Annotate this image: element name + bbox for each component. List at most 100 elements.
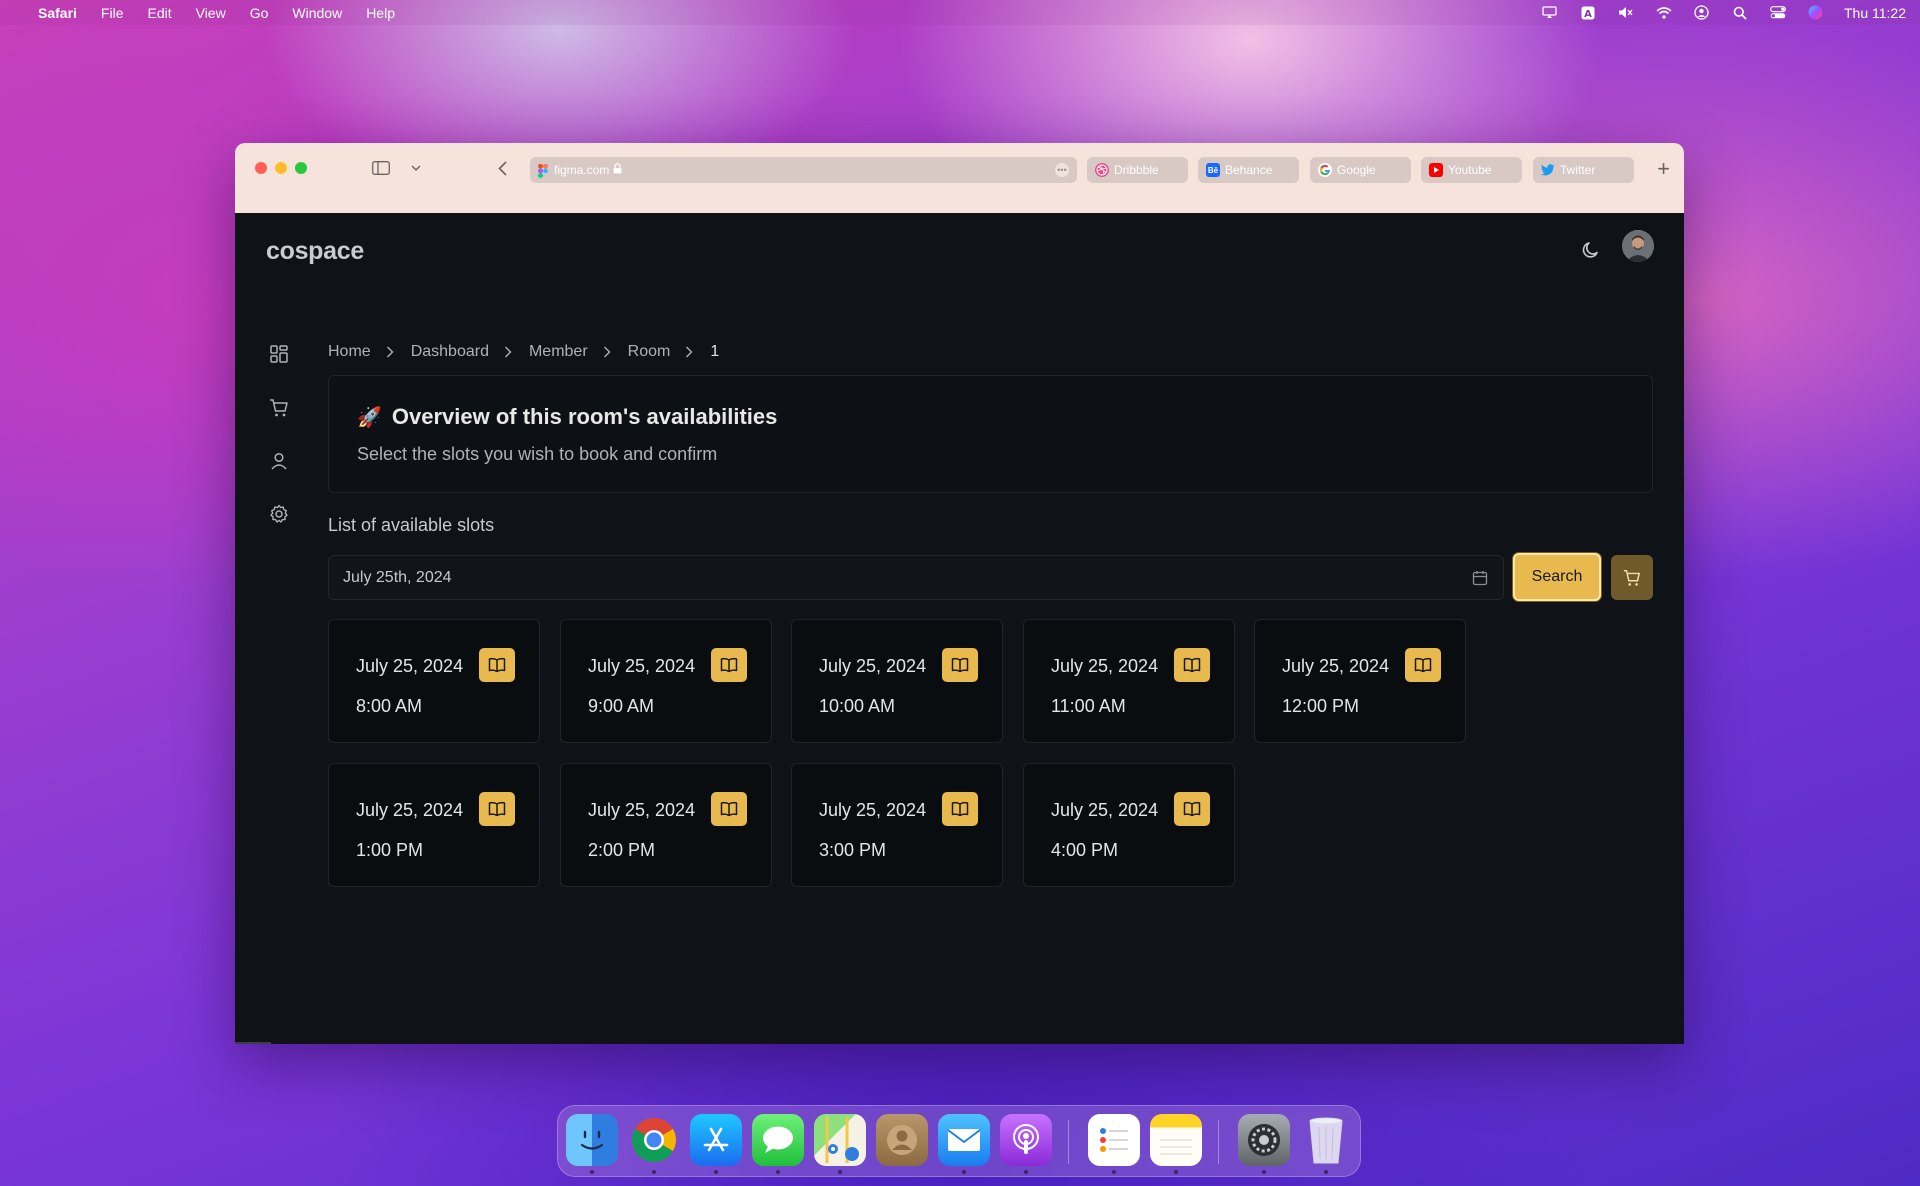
tab-group-chevron-icon[interactable] — [407, 160, 425, 176]
user-icon[interactable] — [268, 450, 290, 472]
book-open-icon — [1183, 801, 1201, 817]
user-avatar[interactable] — [1622, 230, 1654, 262]
book-open-icon — [1414, 657, 1432, 673]
menu-view[interactable]: View — [196, 5, 226, 21]
address-bar[interactable]: figma.com ••• — [530, 157, 1077, 183]
slot-time: 11:00 AM — [1051, 696, 1126, 716]
slot-card[interactable]: July 25, 2024 3:00 PM — [791, 763, 1003, 887]
running-indicator — [652, 1170, 656, 1174]
spotlight-search-icon[interactable] — [1732, 5, 1748, 21]
siri-icon[interactable] — [1808, 5, 1824, 21]
url-text[interactable]: figma.com — [554, 163, 609, 177]
notes-icon[interactable] — [1150, 1114, 1202, 1166]
tab-label: Youtube — [1448, 163, 1492, 177]
page-menu-icon[interactable]: ••• — [1055, 163, 1069, 177]
book-open-icon — [951, 801, 969, 817]
chevron-right-icon — [386, 346, 396, 358]
slot-card[interactable]: July 25, 2024 4:00 PM — [1023, 763, 1235, 887]
book-slot-button[interactable] — [1174, 648, 1210, 682]
contacts-icon[interactable] — [876, 1114, 928, 1166]
book-slot-button[interactable] — [479, 648, 515, 682]
tab-behance[interactable]: Bē Behance — [1198, 157, 1299, 183]
menu-clock[interactable]: Thu 11:22 — [1844, 5, 1906, 21]
breadcrumb-room[interactable]: Room — [628, 343, 671, 361]
slot-date: July 25, 2024 — [356, 656, 464, 676]
book-slot-button[interactable] — [942, 648, 978, 682]
sound-muted-icon[interactable] — [1618, 5, 1634, 21]
book-slot-button[interactable] — [479, 792, 515, 826]
control-center-icon[interactable] — [1770, 5, 1786, 21]
menu-edit[interactable]: Edit — [147, 5, 171, 21]
system-settings-icon[interactable] — [1238, 1114, 1290, 1166]
book-open-icon — [720, 657, 738, 673]
chevron-right-icon — [685, 346, 695, 358]
slot-card[interactable]: July 25, 2024 2:00 PM — [560, 763, 772, 887]
sidebar-toggle-icon[interactable] — [372, 160, 390, 176]
dark-mode-moon-icon[interactable] — [1580, 239, 1602, 261]
scroll-indicator — [235, 1042, 271, 1044]
page-title: 🚀 Overview of this room's availabilities — [357, 404, 777, 430]
tab-label: Behance — [1225, 163, 1273, 177]
menu-help[interactable]: Help — [366, 5, 395, 21]
screen-mirroring-icon[interactable] — [1542, 5, 1558, 21]
slot-card[interactable]: July 25, 2024 11:00 AM — [1023, 619, 1235, 743]
tab-youtube[interactable]: Youtube — [1421, 157, 1522, 183]
wifi-icon[interactable] — [1656, 5, 1672, 21]
maps-icon[interactable] — [814, 1114, 866, 1166]
slot-card[interactable]: July 25, 2024 8:00 AM — [328, 619, 540, 743]
book-slot-button[interactable] — [1174, 792, 1210, 826]
reminders-icon[interactable] — [1088, 1114, 1140, 1166]
running-indicator — [1324, 1170, 1328, 1174]
google-icon — [1318, 163, 1332, 177]
running-indicator — [776, 1170, 780, 1174]
book-open-icon — [1183, 657, 1201, 673]
dashboard-grid-icon[interactable] — [268, 343, 290, 365]
book-slot-button[interactable] — [711, 792, 747, 826]
slot-card[interactable]: July 25, 2024 12:00 PM — [1254, 619, 1466, 743]
book-slot-button[interactable] — [942, 792, 978, 826]
finder-icon[interactable] — [566, 1114, 618, 1166]
cart-icon[interactable] — [268, 397, 290, 419]
trash-icon[interactable] — [1300, 1114, 1352, 1166]
menu-app-name[interactable]: Safari — [38, 5, 77, 21]
overview-title: Overview of this room's availabilities — [391, 404, 778, 429]
cart-button[interactable] — [1611, 555, 1653, 600]
overview-subtitle: Select the slots you wish to book and co… — [357, 444, 718, 464]
back-icon[interactable] — [493, 160, 511, 176]
slot-date: July 25, 2024 — [1051, 800, 1159, 820]
book-slot-button[interactable] — [711, 648, 747, 682]
new-tab-plus-icon[interactable]: + — [1657, 156, 1670, 182]
overview-card: 🚀 Overview of this room's availabilities… — [328, 375, 1653, 493]
messages-icon[interactable] — [752, 1114, 804, 1166]
slot-card[interactable]: July 25, 2024 1:00 PM — [328, 763, 540, 887]
slot-card[interactable]: July 25, 2024 10:00 AM — [791, 619, 1003, 743]
user-account-icon[interactable] — [1694, 5, 1710, 21]
mail-icon[interactable] — [938, 1114, 990, 1166]
chrome-icon[interactable] — [628, 1114, 680, 1166]
zoom-window-button[interactable] — [295, 162, 307, 174]
book-slot-button[interactable] — [1405, 648, 1441, 682]
settings-gear-icon[interactable] — [268, 503, 290, 525]
slot-date: July 25, 2024 — [356, 800, 464, 820]
search-button[interactable]: Search — [1513, 553, 1601, 601]
tab-dribbble[interactable]: Dribbble — [1087, 157, 1188, 183]
input-source-icon[interactable]: A — [1580, 5, 1596, 21]
tab-twitter[interactable]: Twitter — [1533, 157, 1634, 183]
menu-go[interactable]: Go — [250, 5, 269, 21]
tab-google[interactable]: Google — [1310, 157, 1411, 183]
slot-date: July 25, 2024 — [1051, 656, 1159, 676]
menu-file[interactable]: File — [101, 5, 124, 21]
close-window-button[interactable] — [255, 162, 267, 174]
breadcrumb-home[interactable]: Home — [328, 343, 371, 361]
calendar-icon[interactable] — [1471, 569, 1489, 587]
app-logo[interactable]: cospace — [266, 237, 364, 266]
breadcrumb: Home Dashboard Member Room 1 — [328, 343, 719, 361]
date-picker-input[interactable]: July 25th, 2024 — [328, 555, 1504, 600]
menu-window[interactable]: Window — [292, 5, 342, 21]
podcasts-icon[interactable] — [1000, 1114, 1052, 1166]
app-store-icon[interactable] — [690, 1114, 742, 1166]
minimize-window-button[interactable] — [275, 162, 287, 174]
breadcrumb-member[interactable]: Member — [529, 343, 588, 361]
breadcrumb-dashboard[interactable]: Dashboard — [411, 343, 489, 361]
slot-card[interactable]: July 25, 2024 9:00 AM — [560, 619, 772, 743]
